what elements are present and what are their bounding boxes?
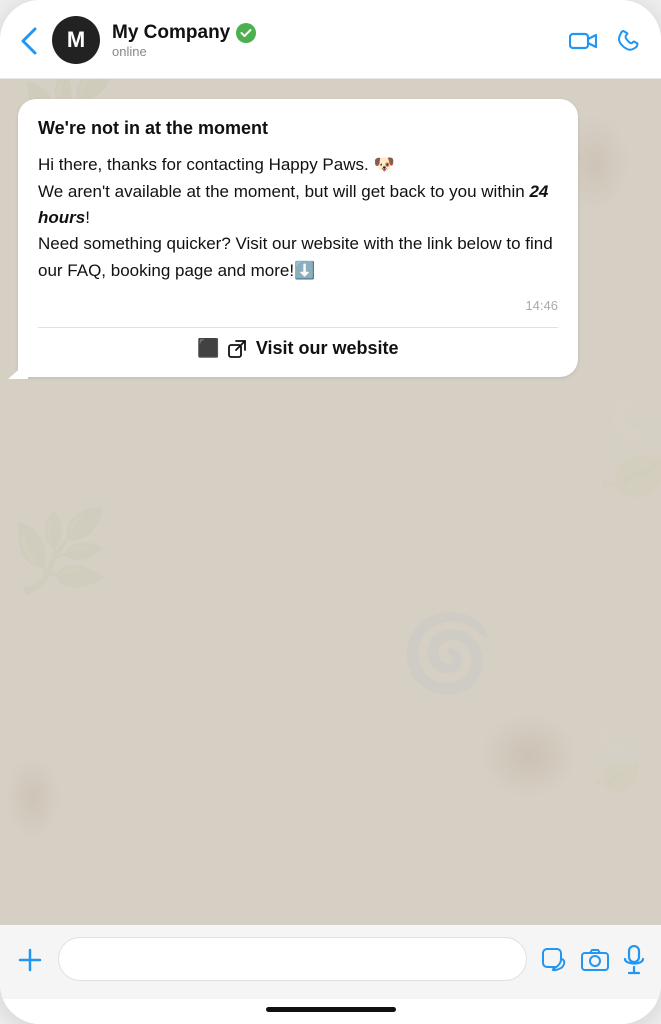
visit-website-label: Visit our website: [256, 338, 399, 359]
camera-button[interactable]: [581, 945, 609, 973]
message-bubble: We're not in at the moment Hi there, tha…: [18, 99, 578, 377]
message-body-line2: We aren't available at the moment, but w…: [38, 182, 548, 227]
verified-badge: [236, 23, 256, 43]
svg-text:🍃: 🍃: [580, 394, 661, 499]
sticker-button[interactable]: [541, 945, 567, 973]
header-info: My Company online: [112, 22, 557, 59]
external-link-icon: ⬛: [197, 338, 219, 359]
message-timestamp: 14:46: [38, 292, 558, 313]
message-body-line1: Hi there, thanks for contacting Happy Pa…: [38, 155, 395, 174]
svg-text:🌀: 🌀: [400, 608, 493, 696]
message-time-emphasis: 24 hours: [38, 182, 548, 227]
back-button[interactable]: [20, 24, 38, 56]
mic-button[interactable]: [623, 943, 645, 975]
status-text: online: [112, 44, 557, 59]
plus-button[interactable]: [16, 944, 44, 974]
message-body-line3: Need something quicker? Visit our websit…: [38, 234, 553, 279]
home-indicator: [0, 999, 661, 1024]
phone-container: M My Company online: [0, 0, 661, 1024]
message-body: Hi there, thanks for contacting Happy Pa…: [38, 152, 558, 284]
message-title: We're not in at the moment: [38, 117, 558, 140]
avatar: M: [52, 16, 100, 64]
chat-area: 🌿 🌀 🍃 🌿 🌀 🍃 We're not in at the moment H…: [0, 79, 661, 925]
message-input[interactable]: [58, 937, 527, 981]
company-name: My Company: [112, 22, 230, 44]
phone-call-icon[interactable]: [617, 27, 641, 53]
header-name-row: My Company: [112, 22, 557, 44]
header-icons: [569, 27, 641, 53]
video-call-icon[interactable]: [569, 27, 597, 53]
svg-text:🌿: 🌿: [10, 506, 110, 597]
external-link-svg-icon: [228, 340, 246, 358]
home-bar: [266, 1007, 396, 1012]
input-bar: [0, 925, 661, 999]
svg-text:🍃: 🍃: [580, 722, 655, 793]
visit-website-button[interactable]: ⬛ Visit our website: [38, 328, 558, 363]
chat-header: M My Company online: [0, 0, 661, 79]
